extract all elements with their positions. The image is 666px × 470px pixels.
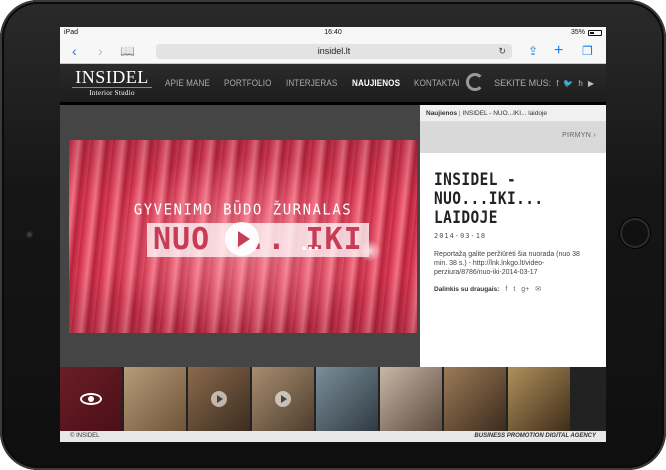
bath-detail-thumbnail[interactable]	[380, 367, 442, 431]
breadcrumb-separator: |	[458, 110, 461, 117]
site-logo[interactable]: INSIDEL Interior Studio	[72, 67, 152, 98]
article-title: INSIDEL - NUO...IKI... LAIDOJE	[434, 170, 544, 228]
breadcrumb-section[interactable]: Naujienos	[426, 110, 457, 117]
tabs-icon[interactable]: ❐	[582, 43, 593, 59]
play-icon[interactable]	[225, 222, 259, 256]
bookmarks-icon[interactable]: 📖	[120, 43, 135, 59]
chevron-right-icon: ›	[593, 132, 596, 139]
swirl-logo-icon	[466, 73, 484, 91]
nav-item-kontaktai[interactable]: KONTAKTAI	[414, 78, 460, 88]
social-follow: SEKITE MUS: f 🐦 h ▶	[494, 78, 594, 88]
bathroom-thumbnail[interactable]	[316, 367, 378, 431]
battery-percent: 35%	[570, 29, 585, 36]
home-button[interactable]	[620, 218, 650, 248]
kitchen-thumbnail[interactable]	[444, 367, 506, 431]
address-bar[interactable]: insidel.lt ↻	[156, 44, 512, 59]
ipad-screen: iPad 16:40 35% ‹ › 📖 insidel.lt ↻ ⇪ + ❐ …	[60, 27, 606, 442]
thumbnail-strip	[60, 367, 606, 431]
url-text: insidel.lt	[317, 46, 351, 56]
twitter-icon[interactable]: t	[513, 286, 515, 293]
article-body: Reportažą galite peržiūrėti šia nuorada …	[434, 251, 580, 276]
new-tab-icon[interactable]: +	[554, 43, 563, 59]
share-bar: Dalinkis su draugais: f t g+ ✉	[434, 285, 592, 294]
clock: 16:40	[324, 29, 342, 36]
battery-icon	[588, 29, 602, 36]
nav-item-portfolio[interactable]: PORTFOLIO	[224, 78, 271, 88]
breadcrumb: Naujienos | INSIDEL - NUO...IKI... laido…	[420, 105, 606, 122]
nav-item-apie-mane[interactable]: APIE MANE	[165, 78, 210, 88]
video-caption-dots: ...	[301, 230, 320, 255]
next-button[interactable]: PIRMYN ›	[562, 132, 596, 139]
reload-icon[interactable]: ↻	[498, 44, 506, 59]
main-content: GYVENIMO BŪDO ŽURNALAS NUO ... IKI ... N…	[60, 105, 606, 367]
forward-icon[interactable]: ›	[98, 43, 103, 59]
bokeh-light	[359, 240, 381, 262]
nav-item-interjeras[interactable]: INTERJERAS	[286, 78, 337, 88]
nav-item-naujienos[interactable]: NAUJIENOS	[352, 78, 400, 88]
breadcrumb-current: INSIDEL - NUO...IKI... laidoje	[462, 110, 548, 117]
google-plus-icon[interactable]: g+	[521, 286, 529, 293]
site-header: INSIDEL Interior Studio APIE MANE PORTFOL…	[60, 64, 606, 103]
site-footer: © INSIDEL BUSINESS PROMOTION DIGITAL AGE…	[60, 431, 606, 442]
copyright: © INSIDEL	[70, 433, 100, 439]
video-thumbnail[interactable]	[60, 367, 122, 431]
ipad-frame: iPad 16:40 35% ‹ › 📖 insidel.lt ↻ ⇪ + ❐ …	[0, 0, 666, 470]
battery-status: 35%	[571, 29, 602, 36]
play-arrow-icon	[211, 391, 227, 407]
play-arrow-icon	[275, 391, 291, 407]
twitter-icon[interactable]: 🐦	[563, 79, 573, 88]
logo-subtitle: Interior Studio	[72, 87, 152, 98]
next-label: PIRMYN	[562, 132, 592, 139]
agency-credit[interactable]: BUSINESS PROMOTION DIGITAL AGENCY	[474, 433, 596, 439]
browser-toolbar: ‹ › 📖 insidel.lt ↻ ⇪ + ❐	[60, 39, 606, 64]
email-icon[interactable]: ✉	[535, 285, 541, 293]
facebook-icon[interactable]: f	[505, 286, 507, 293]
main-nav: APIE MANE PORTFOLIO INTERJERAS NAUJIENOS KON…	[165, 78, 465, 88]
houzz-icon[interactable]: h	[578, 79, 582, 88]
facebook-icon[interactable]: f	[556, 79, 558, 88]
video-player[interactable]: GYVENIMO BŪDO ŽURNALAS NUO ... IKI ...	[69, 140, 417, 333]
dining-thumbnail[interactable]	[508, 367, 570, 431]
back-icon[interactable]: ‹	[72, 43, 77, 59]
pager: PIRMYN ›	[420, 122, 606, 153]
article-panel: Naujienos | INSIDEL - NUO...IKI... laido…	[420, 105, 606, 367]
follow-label: SEKITE MUS:	[494, 78, 552, 88]
living-room-thumbnail[interactable]	[124, 367, 186, 431]
logo-name: INSIDEL	[75, 67, 149, 87]
article-date: 2014-03-18	[434, 232, 487, 240]
bedroom-thumbnail[interactable]	[188, 367, 250, 431]
share-label: Dalinkis su draugais:	[434, 285, 500, 293]
video-caption-top: GYVENIMO BŪDO ŽURNALAS	[133, 201, 353, 219]
share-icon[interactable]: ⇪	[528, 43, 538, 59]
front-camera	[26, 231, 33, 238]
status-bar: iPad 16:40 35%	[60, 27, 606, 39]
lounge-thumbnail[interactable]	[252, 367, 314, 431]
eye-icon	[80, 393, 102, 405]
youtube-icon[interactable]: ▶	[588, 79, 594, 88]
